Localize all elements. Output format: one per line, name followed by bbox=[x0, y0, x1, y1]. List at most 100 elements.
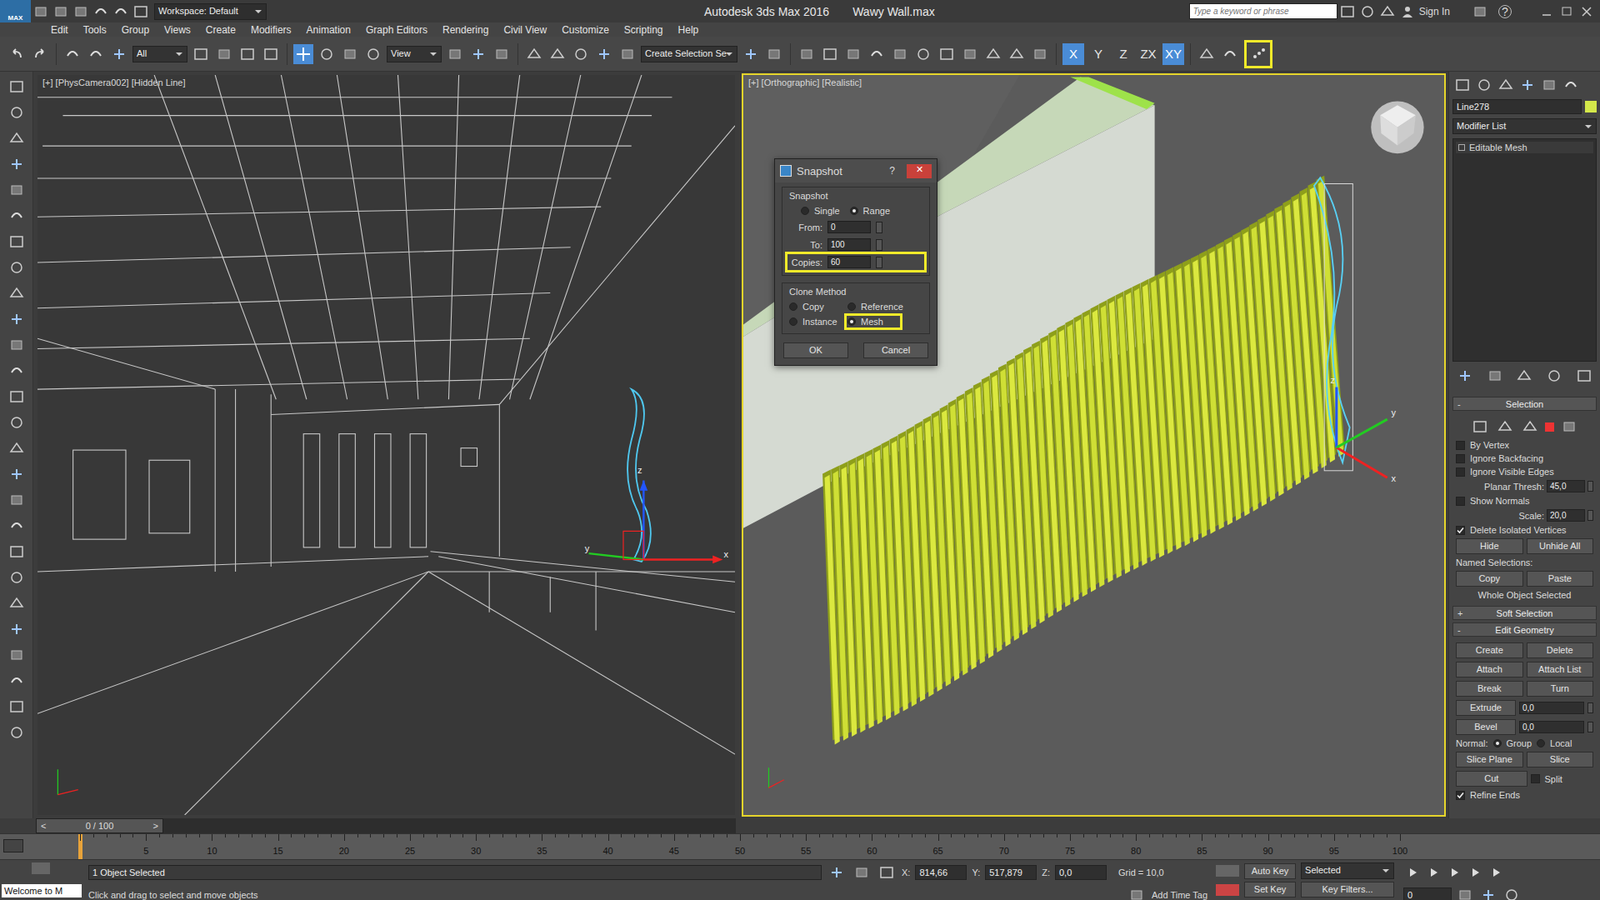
make-unique-icon[interactable] bbox=[1514, 365, 1535, 386]
panel-button[interactable]: Bevel bbox=[1455, 719, 1516, 735]
pivot-icon[interactable] bbox=[445, 44, 465, 65]
radio-button[interactable] bbox=[847, 302, 856, 311]
menu-item[interactable]: Group bbox=[114, 24, 157, 36]
curve-tool-icon[interactable] bbox=[1220, 44, 1240, 65]
panel-button[interactable]: Hide bbox=[1455, 538, 1524, 555]
radio-option[interactable]: Range bbox=[850, 205, 890, 216]
strip-tool-icon[interactable] bbox=[6, 645, 27, 665]
named-selection-sets[interactable]: Create Selection Se bbox=[640, 45, 738, 63]
orbit-icon[interactable] bbox=[1501, 885, 1522, 900]
scale-icon[interactable] bbox=[340, 44, 360, 65]
strip-tool-icon[interactable] bbox=[6, 490, 27, 510]
add-time-tag[interactable]: Add Time Tag bbox=[1151, 890, 1208, 900]
spinner-arrows-icon[interactable] bbox=[875, 221, 883, 234]
close-icon[interactable] bbox=[1576, 1, 1597, 22]
panel-button[interactable]: Turn bbox=[1526, 680, 1595, 697]
menu-item[interactable]: Edit bbox=[43, 24, 76, 36]
strip-tool-icon[interactable] bbox=[6, 696, 27, 717]
select-object-icon[interactable] bbox=[190, 44, 211, 65]
hierarchy-tab-icon[interactable] bbox=[1495, 75, 1516, 95]
strip-tool-icon[interactable] bbox=[6, 593, 27, 614]
panel-button[interactable]: Paste bbox=[1526, 570, 1595, 587]
render-setup-icon[interactable] bbox=[936, 44, 957, 65]
checkbox[interactable] bbox=[1455, 467, 1465, 477]
open-file-icon[interactable] bbox=[50, 1, 71, 22]
search-field[interactable] bbox=[1189, 3, 1338, 20]
save-icon[interactable] bbox=[70, 1, 91, 22]
checkbox-option[interactable]: Ignore Visible Edges bbox=[1455, 466, 1594, 477]
reference-coordinate[interactable]: View bbox=[386, 45, 442, 63]
undo-icon[interactable] bbox=[90, 1, 111, 22]
menu-item[interactable]: Animation bbox=[299, 24, 359, 36]
checkbox-option[interactable]: Refine Ends bbox=[1455, 790, 1594, 800]
close-button[interactable]: ✕ bbox=[906, 164, 932, 179]
y-coordinate[interactable]: 517,879 bbox=[985, 865, 1037, 880]
render-icon[interactable] bbox=[983, 44, 1004, 65]
remove-modifier-icon[interactable] bbox=[1544, 365, 1565, 386]
bind-space-warp-icon[interactable] bbox=[109, 44, 130, 65]
strip-tool-icon[interactable] bbox=[6, 567, 27, 588]
absolute-mode-icon[interactable] bbox=[876, 862, 897, 883]
render-iterative-icon[interactable] bbox=[1006, 44, 1027, 65]
strip-tool-icon[interactable] bbox=[6, 412, 27, 433]
checkbox-option[interactable]: Delete Isolated Vertices bbox=[1455, 525, 1594, 535]
menu-item[interactable]: Customize bbox=[554, 24, 617, 36]
strip-tool-icon[interactable] bbox=[6, 360, 27, 381]
configure-sets-icon[interactable] bbox=[1574, 365, 1595, 386]
layers-icon[interactable] bbox=[796, 44, 817, 65]
spinner-field[interactable]: 60 bbox=[827, 255, 871, 269]
radio-button[interactable] bbox=[800, 206, 810, 215]
radio-button[interactable] bbox=[850, 206, 859, 215]
radio-option[interactable]: Reference bbox=[847, 301, 900, 312]
sign-in[interactable]: Sign In bbox=[1419, 5, 1450, 18]
checkbox-option[interactable]: Split bbox=[1530, 774, 1563, 785]
set-key-button[interactable]: Set Key bbox=[1244, 881, 1296, 898]
menu-item[interactable]: Civil View bbox=[495, 24, 555, 36]
radio-button[interactable] bbox=[1493, 739, 1502, 748]
axis-constraint-button[interactable]: Z bbox=[1112, 43, 1135, 65]
checkbox-option[interactable]: Show Normals bbox=[1455, 495, 1594, 506]
prev-key-icon[interactable] bbox=[1424, 862, 1445, 883]
menu-item[interactable]: Rendering bbox=[435, 24, 496, 36]
checkbox[interactable] bbox=[1455, 454, 1465, 464]
cut-button[interactable]: Cut bbox=[1455, 770, 1528, 787]
strip-tool-icon[interactable] bbox=[6, 180, 27, 200]
axis-constraint-button[interactable]: X bbox=[1062, 43, 1085, 65]
strip-tool-icon[interactable] bbox=[6, 76, 27, 97]
angle-snap-icon[interactable] bbox=[547, 44, 568, 65]
menu-item[interactable]: Scripting bbox=[616, 24, 671, 36]
strip-tool-icon[interactable] bbox=[6, 438, 27, 459]
binoculars-icon[interactable] bbox=[1337, 1, 1358, 22]
strip-tool-icon[interactable] bbox=[6, 231, 27, 252]
menu-item[interactable]: Graph Editors bbox=[358, 24, 435, 36]
move-icon[interactable] bbox=[293, 44, 314, 65]
menu-item[interactable]: Create bbox=[198, 24, 244, 36]
strip-tool-icon[interactable] bbox=[6, 309, 27, 330]
display-tab-icon[interactable] bbox=[1539, 75, 1560, 95]
checkbox-option[interactable]: Ignore Backfacing bbox=[1455, 453, 1594, 464]
window-crossing-icon[interactable] bbox=[260, 44, 281, 65]
percent-snap-icon[interactable] bbox=[570, 44, 591, 65]
spinner-field[interactable]: 0,0 bbox=[1519, 720, 1585, 734]
key-mode-dropdown[interactable]: Selected bbox=[1300, 862, 1395, 880]
spinner-field[interactable]: 20,0 bbox=[1546, 509, 1585, 522]
help-button[interactable]: ? bbox=[1498, 5, 1512, 19]
strip-tool-icon[interactable] bbox=[6, 102, 27, 123]
strip-tool-icon[interactable] bbox=[6, 464, 27, 485]
panel-button[interactable]: Delete bbox=[1526, 642, 1595, 659]
user-icon[interactable] bbox=[1397, 1, 1418, 22]
radio-option[interactable]: Copy bbox=[789, 301, 841, 312]
select-manipulate-icon[interactable] bbox=[468, 44, 489, 65]
menu-item[interactable]: Modifiers bbox=[243, 24, 300, 36]
snap-toggle-icon[interactable] bbox=[524, 44, 545, 65]
exchange-icon[interactable] bbox=[1470, 1, 1490, 22]
spinner-field[interactable]: 45,0 bbox=[1546, 480, 1585, 493]
material-editor-icon[interactable] bbox=[913, 44, 934, 65]
pan-icon[interactable] bbox=[1478, 885, 1499, 900]
camera-viewport[interactable]: xyz[+] [PhysCamera002] [Hidden Line] bbox=[35, 73, 737, 817]
workspace-dropdown[interactable]: Workspace: Default bbox=[154, 3, 267, 20]
pin-stack-icon[interactable] bbox=[1455, 365, 1475, 386]
radio-button[interactable] bbox=[789, 302, 798, 311]
app-logo[interactable]: MAX bbox=[0, 0, 31, 23]
snapshot-icon[interactable] bbox=[1248, 44, 1269, 65]
